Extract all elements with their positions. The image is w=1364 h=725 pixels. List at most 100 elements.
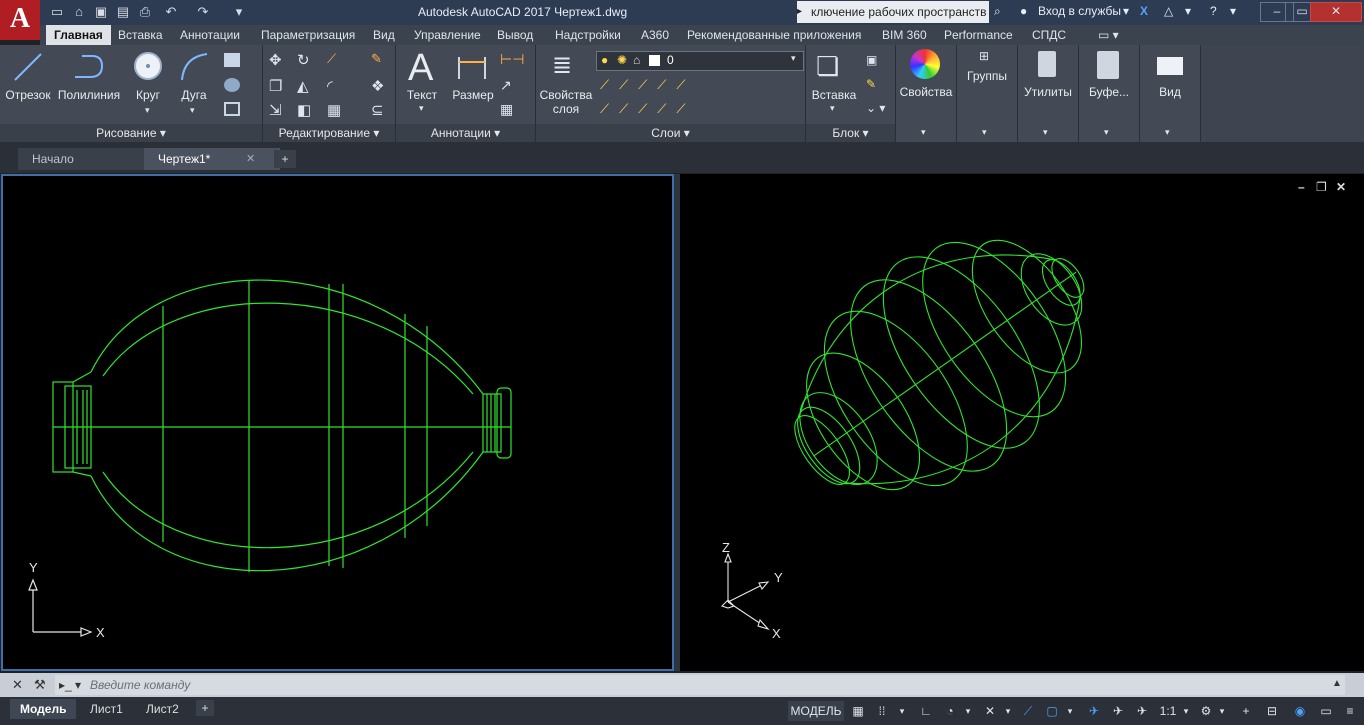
viewport-restore-icon[interactable]: ❐ [1316,180,1327,194]
mirror-icon[interactable]: ◭ [297,77,309,95]
customization-icon[interactable]: ≡ [1340,701,1360,721]
rectangle-icon[interactable] [224,53,240,67]
tab-performance[interactable]: Performance [944,25,1013,45]
stretch-icon[interactable]: ⇲ [269,101,282,119]
command-history-icon[interactable]: ▲ [1332,678,1342,689]
layer-dropdown[interactable]: ● ✺ ⌂ 0 ▾ [596,51,804,71]
table-icon[interactable]: ▦ [500,101,513,118]
help-icon[interactable]: ? [1210,4,1217,18]
new-tab-button[interactable]: + [274,150,296,168]
fillet-icon[interactable]: ◜ [327,77,333,95]
scale-icon[interactable]: ◧ [297,101,311,119]
explode-icon[interactable]: ❖ [371,77,384,95]
polyline-tool-button[interactable]: Полилиния [57,88,121,102]
osnap-dropdown-icon[interactable]: ▾ [1064,701,1076,721]
viewport-minimize-icon[interactable]: – [1298,180,1305,194]
tab-bim360[interactable]: BIM 360 [882,25,927,45]
start-tab[interactable]: Начало [18,148,156,170]
polar-dropdown-icon[interactable]: ▾ [962,701,974,721]
tab-annotate[interactable]: Аннотации [180,25,240,45]
save-as-icon[interactable]: ▤ [114,3,132,21]
right-viewport[interactable]: – ❐ ✕ Z Y X [680,174,1364,671]
snap-dropdown-icon[interactable]: ▾ [896,701,908,721]
binoculars-icon[interactable]: ⌕ [994,4,1001,19]
application-menu-button[interactable]: A [0,0,40,40]
layer-tools-row2[interactable]: ⟋⟋⟋⟋⟋ [600,101,696,117]
annotation-panel-title[interactable]: Аннотации ▾ [396,124,535,142]
insert-dropdown-icon[interactable]: ▾ [830,103,835,114]
circle-dropdown-icon[interactable]: ▾ [145,105,150,116]
scale-dropdown-icon[interactable]: ▾ [1180,701,1192,721]
command-prompt-icon[interactable]: ▸_ ▾ [59,675,81,695]
new-layout-button[interactable]: + [196,700,214,716]
object-snap-tracking-icon[interactable]: ⟋ [1018,701,1038,721]
open-icon[interactable]: ⌂ [70,3,88,21]
tab-a360[interactable]: A360 [641,25,669,45]
signin-button[interactable]: Вход в службы [1038,4,1121,18]
array-icon[interactable]: ▦ [327,101,341,119]
tab-featured-apps[interactable]: Рекомендованные приложения [687,25,861,45]
new-icon[interactable]: ▭ [48,3,66,21]
command-input[interactable]: ▸_ ▾ Введите команду [55,675,1345,695]
tab-parametric[interactable]: Параметризация [261,25,355,45]
save-icon[interactable]: ▣ [92,3,110,21]
circle-tool-button[interactable]: Круг [128,88,168,102]
snap-icon[interactable]: ⁞⁞ [872,701,892,721]
arc-tool-button[interactable]: Дуга [176,88,212,102]
layer-properties-button[interactable]: Свойства слоя [538,88,594,116]
layout-tab-sheet2[interactable]: Лист2 [136,699,189,719]
help-dropdown-icon[interactable]: ▾ [1230,4,1236,18]
object-snap-icon[interactable]: ▢ [1042,701,1062,721]
customize-dropdown-icon[interactable]: ▾ [230,3,248,21]
hatch-icon[interactable] [224,78,240,92]
edit-block-icon[interactable]: ✎ [866,77,876,91]
block-attributes-icon[interactable]: ⌄ ▾ [866,101,885,115]
layout-tab-sheet1[interactable]: Лист1 [80,699,133,719]
workspace-switcher[interactable]: ключение рабочих пространств [807,1,989,23]
arc-dropdown-icon[interactable]: ▾ [190,105,195,116]
block-panel-title[interactable]: Блок ▾ [806,124,895,142]
properties-dropdown-icon[interactable]: ▾ [921,127,926,138]
annotation-monitor-icon[interactable]: + [1236,701,1256,721]
groups-dropdown-icon[interactable]: ▾ [982,127,987,138]
plot-icon[interactable]: ⎙ [136,3,154,21]
clipboard-button[interactable]: Буфе... [1079,85,1139,99]
viewport-close-icon[interactable]: ✕ [1336,180,1346,194]
undo-icon[interactable]: ↶ [162,3,180,21]
tab-spds[interactable]: СПДС [1032,25,1066,45]
redo-icon[interactable]: ↷ [194,3,212,21]
clipboard-dropdown-icon[interactable]: ▾ [1104,127,1109,138]
layout-tab-model[interactable]: Модель [10,699,77,719]
modify-panel-title[interactable]: Редактирование ▾ [263,124,395,142]
tab-insert[interactable]: Вставка [118,25,163,45]
trim-icon[interactable]: ⟋ [327,51,336,67]
move-icon[interactable]: ✥ [269,51,282,69]
drawing-tab[interactable]: Чертеж1* [144,148,280,170]
annotation-visibility-icon[interactable]: ✈ [1084,701,1104,721]
view-button[interactable]: Вид [1140,85,1200,99]
rotate-icon[interactable]: ↻ [297,51,310,69]
signin-dropdown-icon[interactable]: ▾ [1123,4,1129,18]
tab-addins[interactable]: Надстройки [555,25,621,45]
layer-tools-row1[interactable]: ⟋⟋⟋⟋⟋ [600,77,696,93]
ribbon-minimize-icon[interactable]: ▭ ▾ [1098,25,1119,45]
linear-dim-icon[interactable]: ⊢⊣ [500,51,524,68]
annotation-scale-value[interactable]: 1:1 [1156,701,1180,721]
line-tool-button[interactable]: Отрезок [5,88,51,102]
units-icon[interactable]: ⊟ [1262,701,1282,721]
close-command-line-icon[interactable]: ✕ [12,677,23,693]
tab-manage[interactable]: Управление [414,25,481,45]
leader-icon[interactable]: ↗ [500,77,512,94]
layers-panel-title[interactable]: Слои ▾ [536,124,805,142]
isodraft-icon[interactable]: ✕ [980,701,1000,721]
workspace-gear-icon[interactable]: ⚙ [1196,701,1216,721]
create-block-icon[interactable]: ▣ [866,53,877,67]
autoscale-icon[interactable]: ✈ [1108,701,1128,721]
user-icon[interactable]: ● [1020,4,1027,18]
clean-screen-icon[interactable]: ▭ [1316,701,1336,721]
close-tab-icon[interactable]: ✕ [246,152,255,165]
utilities-dropdown-icon[interactable]: ▾ [1043,127,1048,138]
model-space-button[interactable]: МОДЕЛЬ [788,701,844,721]
text-tool-button[interactable]: Текст [402,88,442,102]
tab-view[interactable]: Вид [373,25,395,45]
